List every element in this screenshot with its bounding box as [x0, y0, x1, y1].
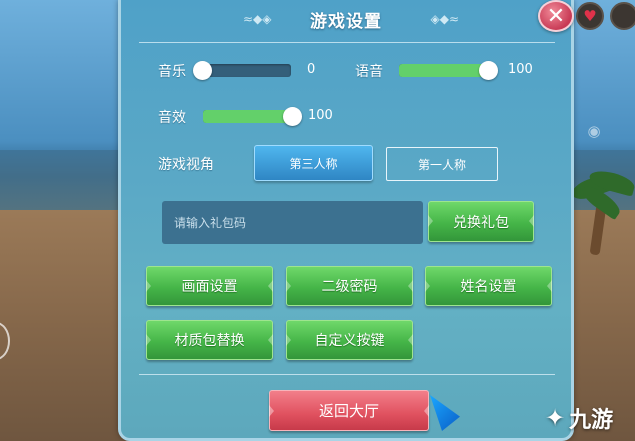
heart-icon[interactable]: ♥ [576, 2, 604, 30]
dialog-title: 游戏设置 [310, 12, 382, 32]
settings-dialog: ≈◆◈ 游戏设置 ◈◆≈ 音乐 0 语音 100 音效 100 游戏视角 第三人… [118, 0, 574, 441]
dialog-header: ≈◆◈ 游戏设置 ◈◆≈ [121, 0, 571, 40]
back-to-lobby-label: 返回大厅 [318, 402, 379, 420]
custom-keys-button[interactable]: 自定义按键 [286, 320, 413, 360]
music-label: 音乐 [158, 64, 186, 80]
sfx-slider-knob[interactable] [283, 107, 302, 126]
watermark: ✦ 九游 [545, 398, 635, 438]
texture-pack-label: 材质包替换 [174, 333, 245, 349]
title-ornament-right: ◈◆≈ [430, 12, 459, 26]
voice-slider-fill [399, 64, 489, 77]
music-value: 0 [307, 62, 316, 77]
first-person-tab[interactable]: 第一人称 [386, 147, 498, 181]
eye-icon[interactable]: ◉ [582, 122, 606, 140]
close-icon[interactable]: ✕ [538, 0, 574, 32]
second-password-label: 二级密码 [321, 279, 378, 295]
sfx-value: 100 [308, 108, 333, 123]
sfx-slider[interactable] [203, 107, 302, 126]
redeem-gift-button[interactable]: 兑换礼包 [428, 201, 534, 242]
back-to-lobby-button[interactable]: 返回大厅 [269, 390, 429, 431]
voice-value: 100 [508, 62, 533, 77]
nine-game-logo-icon: ✦ [545, 404, 566, 432]
voice-slider[interactable] [399, 61, 498, 80]
header-divider [139, 42, 555, 43]
gift-code-input[interactable] [162, 201, 423, 244]
music-slider[interactable] [193, 61, 291, 80]
texture-pack-button[interactable]: 材质包替换 [146, 320, 273, 360]
music-slider-knob[interactable] [193, 61, 212, 80]
voice-slider-knob[interactable] [479, 61, 498, 80]
third-person-tab[interactable]: 第三人称 [254, 145, 373, 181]
name-settings-label: 姓名设置 [460, 279, 517, 295]
custom-keys-label: 自定义按键 [314, 333, 385, 349]
watermark-text: 九游 [569, 408, 614, 433]
hud-button[interactable] [610, 2, 635, 30]
redeem-gift-label: 兑换礼包 [453, 214, 509, 231]
graphics-settings-button[interactable]: 画面设置 [146, 266, 273, 306]
palm-tree [565, 165, 635, 256]
sfx-slider-fill [203, 110, 293, 123]
sfx-label: 音效 [158, 110, 186, 126]
second-password-button[interactable]: 二级密码 [286, 266, 413, 306]
view-label: 游戏视角 [158, 157, 214, 173]
voice-label: 语音 [355, 64, 383, 80]
graphics-settings-label: 画面设置 [181, 279, 238, 295]
name-settings-button[interactable]: 姓名设置 [425, 266, 552, 306]
footer-divider [139, 374, 555, 375]
